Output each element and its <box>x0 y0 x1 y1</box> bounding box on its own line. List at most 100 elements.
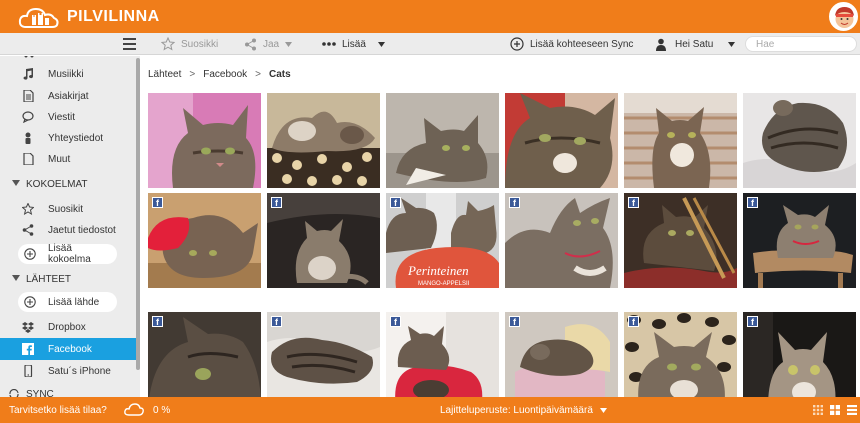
facebook-badge-icon: f <box>271 316 282 327</box>
sidebar-item-contacts[interactable]: Yhteystiedot <box>0 128 136 148</box>
breadcrumb-item[interactable]: Lähteet <box>148 69 181 80</box>
photo-thumbnail[interactable] <box>148 93 261 188</box>
sidebar-item-music[interactable]: Musiikki <box>0 64 136 84</box>
sidebar-item-label: Muut <box>48 153 71 165</box>
app-title: PILVILINNA <box>67 8 160 25</box>
breadcrumb-item[interactable]: Facebook <box>203 69 247 80</box>
photo-thumbnail[interactable]: f <box>743 193 856 288</box>
breadcrumb-current: Cats <box>268 69 291 80</box>
plus-circle-icon <box>24 296 36 308</box>
share-button[interactable]: Jaa <box>244 33 293 55</box>
hamburger-menu-icon[interactable] <box>123 38 136 50</box>
add-to-sync-button[interactable]: Lisää kohteeseen Sync <box>510 33 633 55</box>
sidebar-item-facebook[interactable]: Facebook <box>0 338 136 360</box>
phone-icon <box>24 365 33 377</box>
add-source-button[interactable]: Lisää lähde <box>18 292 117 312</box>
facebook-badge-icon: f <box>628 197 639 208</box>
photo-thumbnail[interactable] <box>505 93 618 188</box>
facebook-badge-icon: f <box>390 197 401 208</box>
section-sync-header[interactable]: SYNC <box>0 385 136 397</box>
photo-thumbnail[interactable]: f <box>148 193 261 288</box>
list-view-icon[interactable] <box>847 405 857 415</box>
sidebar-item-label: Satu´s iPhone <box>48 365 111 377</box>
sidebar-item-label: Musiikki <box>48 68 84 80</box>
facebook-badge-icon: f <box>271 197 282 208</box>
main-content: Lähteet > Facebook > Cats f f Perinteine… <box>140 56 860 397</box>
photo-thumbnail[interactable]: f <box>267 312 380 397</box>
box-sublabel: MANGO-APPELSII <box>418 281 470 287</box>
star-outline-icon <box>161 37 175 51</box>
small-grid-view-icon[interactable] <box>813 405 823 415</box>
sidebar-item-label: Suosikit <box>48 203 84 215</box>
photo-thumbnail[interactable]: f <box>624 312 737 397</box>
sidebar-item-dropbox[interactable]: Dropbox <box>0 317 136 337</box>
sidebar-item-label: Facebook <box>48 343 92 355</box>
collapse-triangle-icon <box>12 275 20 281</box>
photo-thumbnail[interactable]: f <box>148 312 261 397</box>
chevron-down-icon <box>285 41 293 47</box>
add-collection-button[interactable]: Lisää kokoelma <box>18 243 117 265</box>
photo-thumbnail[interactable]: f <box>267 193 380 288</box>
sidebar-item-favorites[interactable]: Suosikit <box>0 199 136 219</box>
share-icon <box>22 224 34 236</box>
sidebar-item-label: Yhteystiedot <box>48 132 104 144</box>
photo-thumbnail[interactable]: f <box>743 312 856 397</box>
sidebar-item-documents[interactable]: Asiakirjat <box>0 86 136 106</box>
cat-photo <box>148 312 261 397</box>
user-avatar[interactable] <box>829 2 858 31</box>
sidebar-item-iphone[interactable]: Satu´s iPhone <box>0 361 136 381</box>
section-title: SYNC <box>26 388 54 398</box>
file-icon <box>23 153 34 165</box>
cat-photo <box>743 193 856 288</box>
storage-upgrade-link[interactable]: Tarvitsetko lisää tilaa? <box>9 397 107 423</box>
cat-photo <box>386 93 499 188</box>
add-to-sync-label: Lisää kohteeseen Sync <box>530 38 634 50</box>
more-button[interactable]: Lisää <box>322 33 385 55</box>
facebook-badge-icon: f <box>747 197 758 208</box>
photo-thumbnail[interactable] <box>743 93 856 188</box>
breadcrumb-separator: > <box>189 69 196 80</box>
photo-thumbnail[interactable]: f <box>505 312 618 397</box>
cat-photo <box>743 312 856 397</box>
cat-photo <box>624 93 737 188</box>
photo-thumbnail[interactable]: f <box>386 312 499 397</box>
cat-photo <box>386 312 499 397</box>
cloud-castle-logo-icon[interactable] <box>18 5 60 29</box>
facebook-badge-icon: f <box>152 197 163 208</box>
large-grid-view-icon[interactable] <box>830 405 840 415</box>
breadcrumb-separator: > <box>255 69 261 80</box>
app-header: PILVILINNA <box>0 0 860 33</box>
sidebar-item-label: Viestit <box>48 111 76 123</box>
cat-photo <box>743 93 856 188</box>
facebook-icon <box>22 343 34 355</box>
photo-thumbnail[interactable]: f <box>505 193 618 288</box>
sidebar-item-messages[interactable]: Viestit <box>0 107 136 127</box>
photo-thumbnail[interactable] <box>624 93 737 188</box>
photo-thumbnail[interactable]: Perinteinen MANGO-APPELSII f <box>386 193 499 288</box>
cat-photo <box>505 193 618 288</box>
chevron-down-icon <box>728 41 736 47</box>
document-icon <box>23 90 34 102</box>
cat-photo <box>624 193 737 288</box>
photo-thumbnail[interactable] <box>386 93 499 188</box>
favorite-button[interactable]: Suosikki <box>161 33 218 55</box>
section-sources-header[interactable]: LÄHTEET <box>0 270 136 288</box>
photo-thumbnail[interactable] <box>267 93 380 188</box>
sidebar-item-label: Jaetut tiedostot <box>48 224 116 236</box>
search-input[interactable] <box>745 36 857 52</box>
section-collections-header[interactable]: KOKOELMAT <box>0 175 136 193</box>
user-menu-button[interactable]: Hei Satu <box>655 33 736 55</box>
breadcrumb: Lähteet > Facebook > Cats <box>148 69 291 80</box>
sidebar-item-shared[interactable]: Jaetut tiedostot <box>0 220 136 240</box>
sidebar-item-other[interactable]: Muut <box>0 149 136 169</box>
collapse-triangle-icon <box>12 180 20 186</box>
partial-item-icon <box>24 56 34 58</box>
photo-thumbnail[interactable]: f <box>624 193 737 288</box>
favorite-label: Suosikki <box>181 38 219 50</box>
more-dots-icon <box>322 42 336 46</box>
sidebar-item-label: Asiakirjat <box>48 90 89 102</box>
sort-dropdown[interactable]: Lajitteluperuste: Luontipäivämäärä <box>440 397 607 423</box>
sidebar: Musiikki Asiakirjat Viestit Yhteystiedot… <box>0 56 140 397</box>
section-title: LÄHTEET <box>26 273 72 285</box>
plus-circle-icon <box>24 248 36 260</box>
